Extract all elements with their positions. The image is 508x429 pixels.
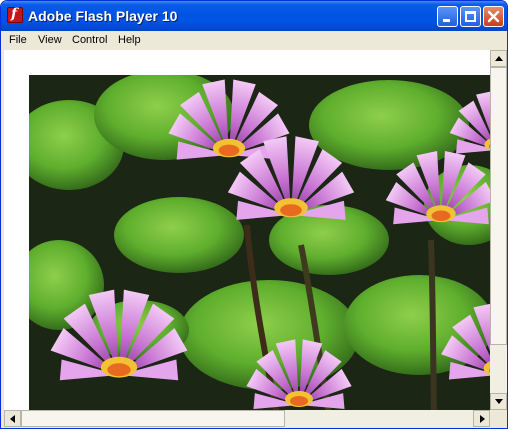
water-lilies-illustration: [29, 75, 490, 410]
horizontal-scroll-thumb[interactable]: [21, 410, 285, 427]
vertical-scroll-thumb[interactable]: [490, 67, 507, 345]
title-bar[interactable]: f Adobe Flash Player 10: [1, 1, 507, 31]
minimize-icon: [443, 19, 450, 22]
flash-player-icon[interactable]: f: [7, 6, 23, 23]
flash-stage[interactable]: [4, 50, 490, 410]
scroll-left-button[interactable]: [4, 410, 21, 427]
close-button[interactable]: [483, 6, 504, 27]
arrow-left-icon: [10, 415, 15, 423]
window-title: Adobe Flash Player 10: [28, 8, 178, 24]
maximize-icon: [465, 11, 476, 22]
menu-control[interactable]: Control: [72, 31, 107, 50]
flash-player-window: f Adobe Flash Player 10 File View Contro…: [0, 0, 508, 429]
horizontal-scrollbar[interactable]: [4, 410, 490, 427]
menu-help[interactable]: Help: [118, 31, 141, 50]
vertical-scrollbar[interactable]: [490, 50, 507, 410]
arrow-up-icon: [495, 56, 503, 61]
water-lilies-photo[interactable]: [29, 75, 490, 410]
close-icon: [487, 10, 500, 23]
scroll-down-button[interactable]: [490, 393, 507, 410]
scroll-up-button[interactable]: [490, 50, 507, 67]
menu-file[interactable]: File: [9, 31, 27, 50]
arrow-down-icon: [495, 399, 503, 404]
menu-view[interactable]: View: [38, 31, 62, 50]
arrow-right-icon: [480, 415, 485, 423]
size-grip[interactable]: [490, 410, 507, 427]
maximize-button[interactable]: [460, 6, 481, 27]
menu-bar: File View Control Help: [1, 31, 507, 50]
scroll-right-button[interactable]: [473, 410, 490, 427]
minimize-button[interactable]: [437, 6, 458, 27]
